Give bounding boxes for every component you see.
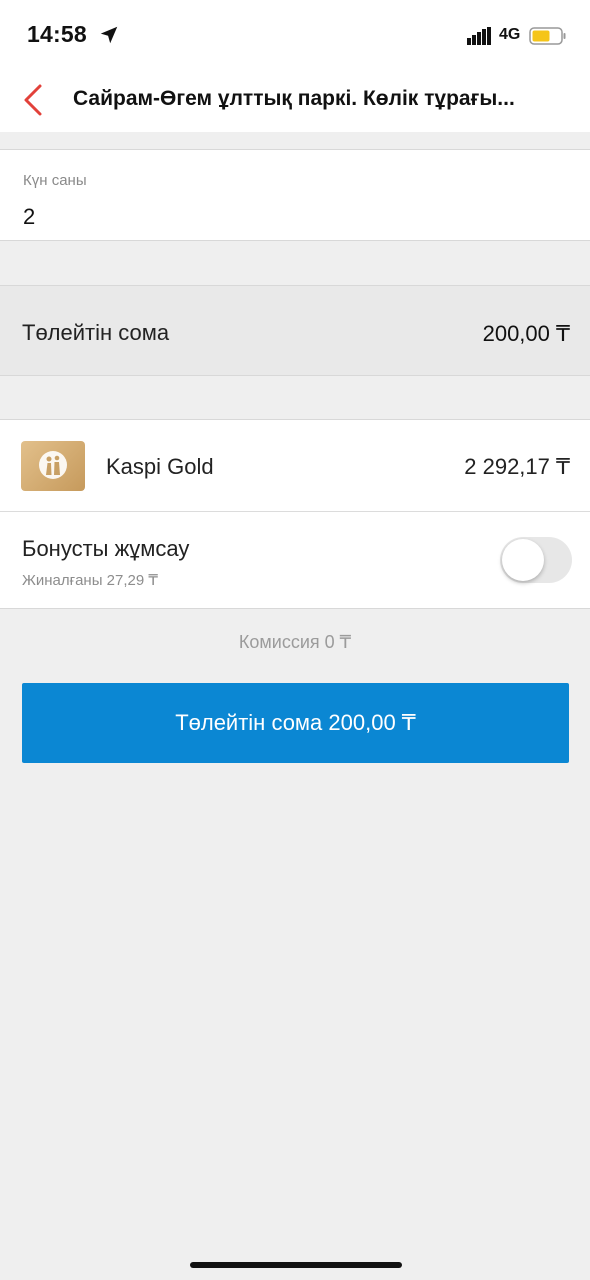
status-bar: 14:58 4G (0, 0, 590, 70)
toggle-knob (502, 539, 544, 581)
card-name: Kaspi Gold (106, 454, 214, 479)
divider (0, 511, 590, 512)
network-type: 4G (499, 26, 521, 43)
pay-button[interactable]: Төлейтін сома 200,00 ₸ (22, 683, 569, 763)
bonus-label: Бонусты жұмсау (22, 536, 190, 561)
commission-text: Комиссия 0 ₸ (238, 632, 352, 652)
status-time: 14:58 (27, 21, 87, 47)
bonus-accumulated: Жиналғаны 27,29 ₸ (22, 572, 158, 589)
card-balance: 2 292,17 ₸ (464, 454, 570, 479)
days-label: Күн саны (23, 172, 87, 189)
chevron-left-icon[interactable] (20, 80, 50, 120)
days-value[interactable]: 2 (23, 204, 35, 230)
location-arrow-icon (100, 26, 118, 44)
page-title: Сайрам-Өгем ұлттық паркі. Көлік тұрағы..… (73, 87, 515, 110)
navigation-bar: Сайрам-Өгем ұлттық паркі. Көлік тұрағы..… (0, 70, 590, 132)
signal-icon (467, 27, 491, 45)
bonus-toggle[interactable] (500, 537, 572, 583)
total-label: Төлейтін сома (22, 320, 170, 345)
payment-source-section: Kaspi Gold 2 292,17 ₸ Бонусты жұмсау Жин… (0, 419, 590, 609)
battery-icon (529, 27, 566, 45)
kaspi-gold-card-icon (21, 441, 85, 491)
days-field[interactable]: Күн саны 2 (0, 149, 590, 241)
home-indicator (190, 1262, 402, 1268)
total-summary-row: Төлейтін сома 200,00 ₸ (0, 285, 590, 376)
total-amount: 200,00 ₸ (482, 321, 570, 346)
card-select-row[interactable]: Kaspi Gold 2 292,17 ₸ (0, 420, 590, 511)
